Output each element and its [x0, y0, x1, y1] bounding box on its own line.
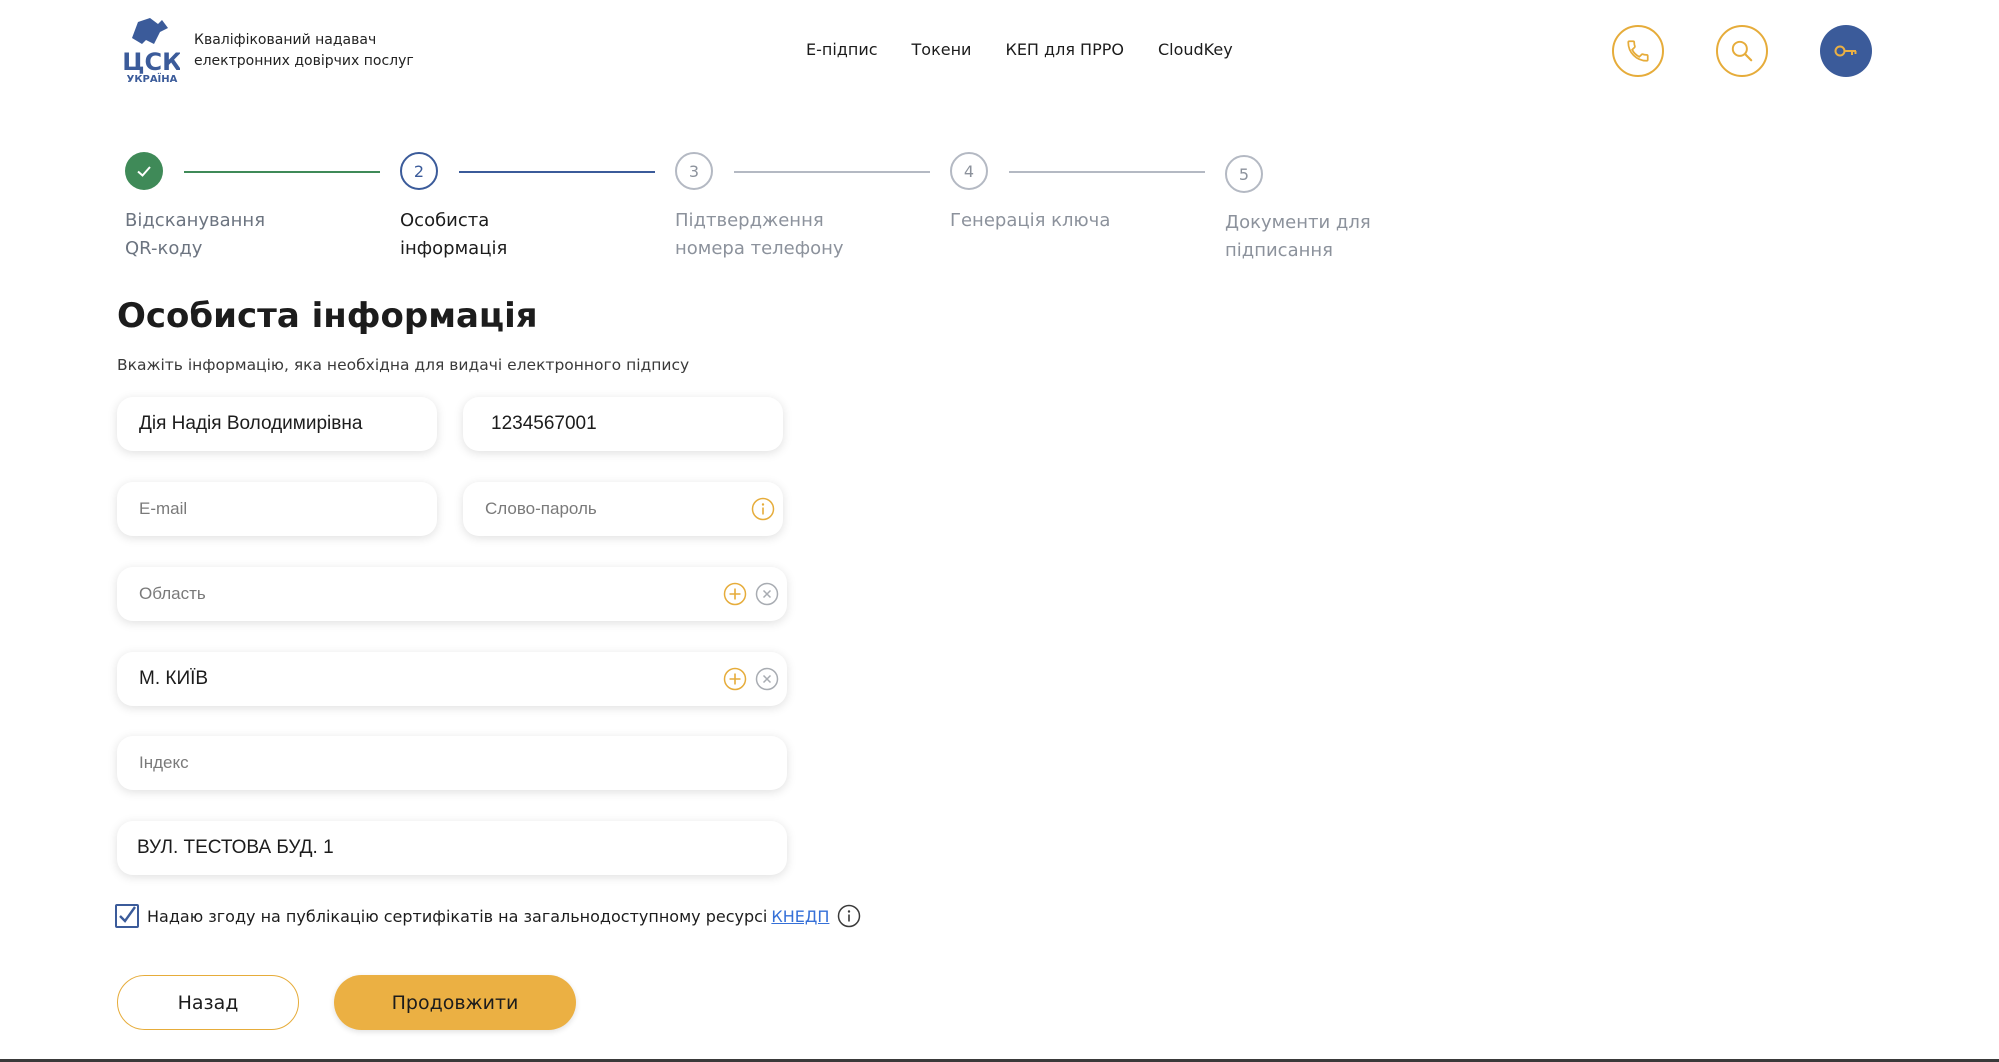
nav-e-signature[interactable]: Е-підпис: [806, 40, 878, 59]
email-input[interactable]: [139, 498, 437, 520]
city-input[interactable]: [139, 668, 787, 690]
step-1-label: Відсканування QR-коду: [125, 207, 265, 263]
step-1-label-line1: Відсканування: [125, 210, 266, 231]
continue-button[interactable]: Продовжити: [334, 975, 576, 1030]
password-word-input[interactable]: [485, 498, 783, 520]
step-4-label: Генерація ключа: [950, 207, 1110, 235]
consent-text: Надаю згоду на публікацію сертифікатів н…: [147, 906, 768, 926]
step-5-label: Документи для підписання: [1225, 209, 1371, 265]
step-1-connector: [184, 171, 380, 173]
step-1-done-circle: [125, 152, 163, 190]
key-login-button[interactable]: [1820, 25, 1872, 77]
brand-line-2: електронних довірчих послуг: [194, 53, 414, 69]
full-name-input[interactable]: [139, 413, 437, 435]
step-5-number: 5: [1238, 164, 1250, 184]
clear-icon[interactable]: [755, 582, 779, 606]
main-nav: Е-підпис Токени КЕП для ПРРО CloudKey: [806, 40, 1267, 59]
step-3-label-line2: номера телефону: [675, 238, 844, 259]
region-field-icons: [723, 567, 779, 621]
step-3-circle: 3: [675, 152, 713, 190]
step-4-label-line1: Генерація ключа: [950, 210, 1111, 231]
tax-id-field: [463, 397, 783, 451]
nav-tokens[interactable]: Токени: [912, 40, 972, 59]
step-2-label-line2: інформація: [400, 238, 508, 259]
address-field: [117, 821, 787, 875]
check-icon: [137, 166, 151, 177]
search-icon: [1731, 40, 1753, 62]
tax-id-input[interactable]: [491, 413, 783, 435]
clear-icon[interactable]: [755, 667, 779, 691]
postal-index-field: [117, 736, 787, 790]
step-3-label-line1: Підтвердження: [675, 210, 824, 231]
region-input[interactable]: [139, 583, 787, 605]
step-2-number: 2: [413, 161, 425, 181]
logo-emblem: ЦСК УКРАЇНА: [122, 18, 182, 85]
city-field-icons: [723, 652, 779, 706]
postal-index-input[interactable]: [139, 752, 787, 774]
step-5-label-line2: підписання: [1225, 240, 1333, 261]
consent-row: Надаю згоду на публікацію сертифікатів н…: [115, 904, 861, 928]
step-5-circle: 5: [1225, 155, 1263, 193]
brand-name: Кваліфікований надавач електронних довір…: [194, 30, 414, 72]
step-4-connector: [1009, 171, 1205, 173]
step-2-label-line1: Особиста: [400, 210, 490, 231]
step-2-connector: [459, 171, 655, 173]
step-3-label: Підтвердження номера телефону: [675, 207, 844, 263]
search-button[interactable]: [1716, 25, 1768, 77]
info-icon[interactable]: [837, 904, 861, 928]
page-title: Особиста інформація: [117, 296, 538, 336]
phone-icon: [1627, 40, 1649, 62]
step-5-label-line1: Документи для: [1225, 212, 1371, 233]
step-3-connector: [734, 171, 930, 173]
full-name-field: [117, 397, 437, 451]
email-field: [117, 482, 437, 536]
brand-line-1: Кваліфікований надавач: [194, 32, 377, 48]
consent-checkbox[interactable]: [115, 904, 139, 928]
step-3-number: 3: [688, 161, 700, 181]
checkmark-icon: [119, 906, 136, 923]
step-1-label-line2: QR-коду: [125, 238, 203, 259]
logo[interactable]: ЦСК УКРАЇНА Кваліфікований надавач елект…: [122, 18, 414, 85]
nav-cloudkey[interactable]: CloudKey: [1158, 40, 1233, 59]
back-button[interactable]: Назад: [117, 975, 299, 1030]
key-icon: [1834, 45, 1857, 57]
region-field: [117, 567, 787, 621]
address-input[interactable]: [137, 837, 787, 859]
nav-kep-prro[interactable]: КЕП для ПРРО: [1005, 40, 1124, 59]
step-4-circle: 4: [950, 152, 988, 190]
step-4-number: 4: [963, 161, 975, 181]
step-2-label: Особиста інформація: [400, 207, 507, 263]
plus-circle-icon[interactable]: [723, 667, 747, 691]
logo-main-text: ЦСК: [124, 48, 180, 76]
phone-button[interactable]: [1612, 25, 1664, 77]
step-2-circle: 2: [400, 152, 438, 190]
knedp-link[interactable]: КНЕДП: [771, 907, 829, 926]
password-word-field: [463, 482, 783, 536]
plus-circle-icon[interactable]: [723, 582, 747, 606]
city-field: [117, 652, 787, 706]
password-word-icons: [751, 482, 775, 536]
page-description: Вкажіть інформацію, яка необхідна для ви…: [117, 356, 690, 374]
info-icon[interactable]: [751, 497, 775, 521]
